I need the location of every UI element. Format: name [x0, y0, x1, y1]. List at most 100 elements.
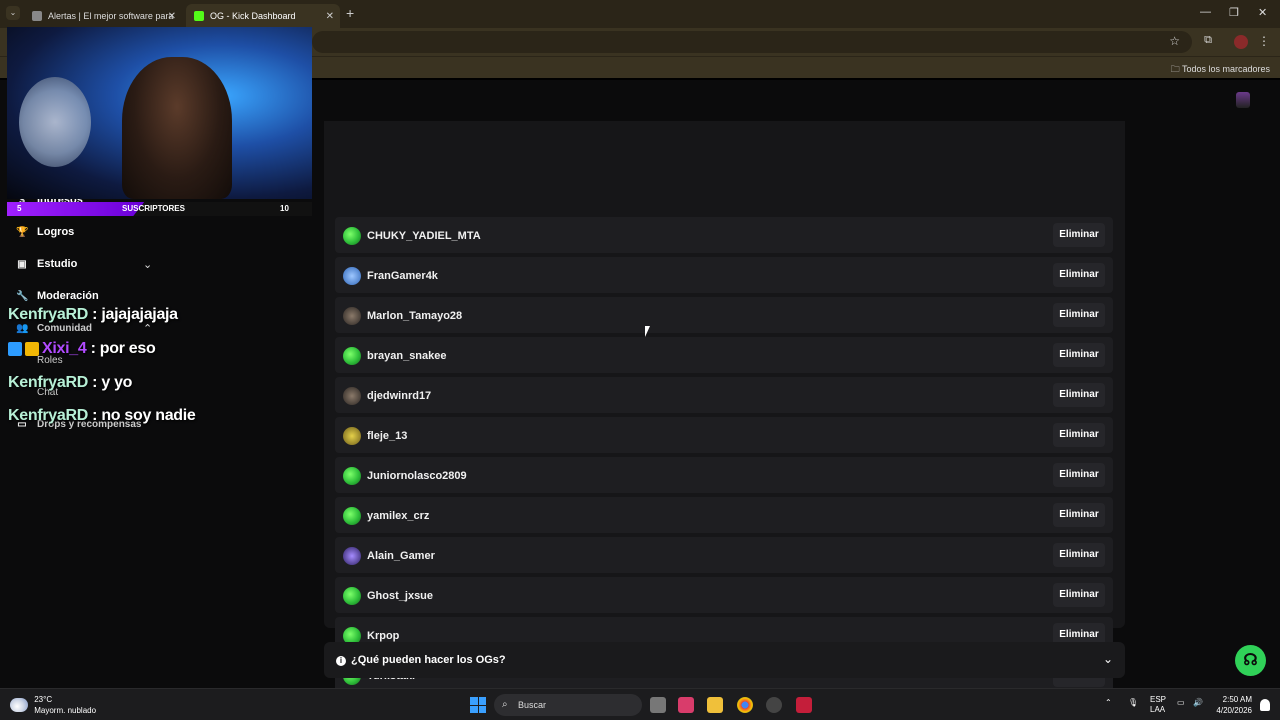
- menu-kebab-icon[interactable]: ⋮: [1258, 34, 1270, 48]
- sidebar-item-moderacion[interactable]: 🔧 Moderación: [16, 290, 99, 302]
- chat-username: KenfryaRD: [8, 306, 88, 323]
- sidebar-item-comunidad[interactable]: 👥 Comunidad: [16, 323, 92, 334]
- info-icon: i: [336, 656, 346, 666]
- weather-widget[interactable]: 23°C Mayorm. nublado: [10, 694, 96, 716]
- eliminar-button[interactable]: Eliminar: [1053, 543, 1105, 567]
- notification-bell-icon[interactable]: [1260, 699, 1270, 711]
- tab-title: OG - Kick Dashboard: [210, 11, 296, 21]
- username: brayan_snakee: [367, 350, 447, 362]
- search-icon: ⌕: [502, 699, 508, 710]
- bookmark-star-icon[interactable]: ☆: [1169, 34, 1180, 48]
- eliminar-button[interactable]: Eliminar: [1053, 263, 1105, 287]
- trophy-icon: 🏆: [16, 226, 29, 238]
- user-avatar: [343, 307, 361, 325]
- chat-message: KenfryaRD : y yo: [8, 374, 132, 392]
- username: Juniornolasco2809: [367, 470, 467, 482]
- sidebar-item-logros[interactable]: 🏆 Logros: [16, 226, 74, 238]
- user-avatar: [343, 227, 361, 245]
- tab-title: Alertas | El mejor software para: [48, 11, 174, 21]
- cloud-icon: [10, 698, 28, 712]
- eliminar-button[interactable]: Eliminar: [1053, 463, 1105, 487]
- eliminar-button[interactable]: Eliminar: [1053, 383, 1105, 407]
- sub-count: 5: [17, 204, 22, 213]
- all-bookmarks-label: Todos los marcadores: [1181, 64, 1270, 74]
- sidebar-item-label: Moderación: [37, 290, 99, 302]
- sub-goal: 10: [280, 204, 289, 213]
- extensions-icon[interactable]: ⧉: [1204, 34, 1212, 47]
- tab-search-icon[interactable]: ⌄: [6, 6, 20, 20]
- chevron-down-icon[interactable]: ⌄: [1103, 652, 1113, 666]
- username: Marlon_Tamayo28: [367, 310, 463, 322]
- date: 4/20/2026: [1216, 706, 1252, 715]
- chat-message: Xixi_4 : por eso: [8, 340, 156, 358]
- chat-text: : no soy nadie: [88, 407, 196, 424]
- tab-kick-dashboard[interactable]: OG - Kick Dashboard ✕: [186, 4, 340, 28]
- user-avatar: [343, 427, 361, 445]
- taskbar-search[interactable]: ⌕ Buscar: [494, 694, 642, 716]
- webcam-overlay: [7, 27, 312, 199]
- og-user-row: Ghost_jxsue Eliminar: [335, 577, 1113, 613]
- close-window-icon[interactable]: ✕: [1258, 6, 1267, 19]
- language-indicator[interactable]: ESP LAA: [1150, 695, 1166, 715]
- network-icon[interactable]: ▭: [1177, 698, 1185, 707]
- close-tab-icon[interactable]: ✕: [168, 11, 176, 22]
- alertas-favicon-icon: [32, 11, 42, 21]
- close-tab-icon[interactable]: ✕: [326, 11, 334, 22]
- faq-accordion[interactable]: i ¿Qué pueden hacer los OGs? ⌄: [324, 642, 1125, 678]
- file-explorer-icon[interactable]: [707, 697, 723, 713]
- wrench-icon: 🔧: [16, 290, 29, 302]
- folder-icon: 🗀: [1170, 64, 1182, 74]
- og-user-row: Marlon_Tamayo28 Eliminar: [335, 297, 1113, 333]
- chat-username: Xixi_4: [42, 340, 87, 357]
- chrome-icon[interactable]: [737, 697, 753, 713]
- app2-icon[interactable]: [766, 697, 782, 713]
- eliminar-button[interactable]: Eliminar: [1053, 223, 1105, 247]
- og-user-row: yamilex_crz Eliminar: [335, 497, 1113, 533]
- sidebar-item-label: Estudio: [37, 258, 78, 270]
- chat-text: : jajajajajaja: [88, 306, 178, 323]
- eliminar-button[interactable]: Eliminar: [1053, 503, 1105, 527]
- all-bookmarks-button[interactable]: 🗀 Todos los marcadores: [1171, 62, 1270, 78]
- clock[interactable]: 2:50 AM 4/20/2026: [1216, 694, 1252, 716]
- og-user-row: CHUKY_YADIEL_MTA Eliminar: [335, 217, 1113, 253]
- tab-alertas[interactable]: Alertas | El mejor software para ✕: [24, 4, 182, 28]
- eliminar-button[interactable]: Eliminar: [1053, 343, 1105, 367]
- og-user-row: brayan_snakee Eliminar: [335, 337, 1113, 373]
- app-icon[interactable]: [678, 697, 694, 713]
- faq-question-text: ¿Qué pueden hacer los OGs?: [351, 654, 506, 666]
- omnibox[interactable]: [312, 31, 1192, 53]
- tray-chevron-icon[interactable]: ⌃: [1105, 698, 1112, 707]
- eliminar-button[interactable]: Eliminar: [1053, 303, 1105, 327]
- username: Alain_Gamer: [367, 550, 435, 562]
- username: Krpop: [367, 630, 400, 642]
- profile-avatar[interactable]: [1234, 35, 1248, 49]
- user-avatar: [343, 507, 361, 525]
- username: CHUKY_YADIEL_MTA: [367, 230, 481, 242]
- username: Ghost_jxsue: [367, 590, 434, 602]
- support-chat-button[interactable]: ☊: [1235, 645, 1266, 676]
- chat-text: : y yo: [88, 374, 133, 391]
- chat-text: : por eso: [86, 340, 156, 357]
- sidebar-item-label: Logros: [37, 226, 75, 238]
- restore-icon[interactable]: ❐: [1229, 6, 1239, 19]
- app3-icon[interactable]: [796, 697, 812, 713]
- crown-icon: [25, 341, 39, 356]
- new-tab-icon[interactable]: +: [346, 5, 354, 21]
- kick-favicon-icon: [194, 11, 204, 21]
- minimize-icon[interactable]: —: [1200, 6, 1211, 18]
- eliminar-button[interactable]: Eliminar: [1053, 423, 1105, 447]
- sidebar-item-label: Comunidad: [37, 323, 92, 334]
- sidebar-item-estudio[interactable]: ▣ Estudio: [16, 258, 77, 270]
- mouse-cursor-icon: [645, 326, 650, 337]
- microphone-icon[interactable]: 🎙: [1128, 698, 1138, 707]
- chat-username: KenfryaRD: [8, 374, 88, 391]
- task-view-icon[interactable]: [650, 697, 666, 713]
- volume-icon[interactable]: 🔊: [1193, 698, 1203, 707]
- chevron-down-icon[interactable]: ⌄: [143, 258, 152, 271]
- start-menu-icon[interactable]: [470, 697, 486, 713]
- eliminar-button[interactable]: Eliminar: [1053, 583, 1105, 607]
- user-avatar[interactable]: [1236, 92, 1250, 108]
- user-avatar: [343, 547, 361, 565]
- weather-desc: Mayorm. nublado: [34, 706, 97, 715]
- faq-question: i ¿Qué pueden hacer los OGs?: [336, 654, 506, 666]
